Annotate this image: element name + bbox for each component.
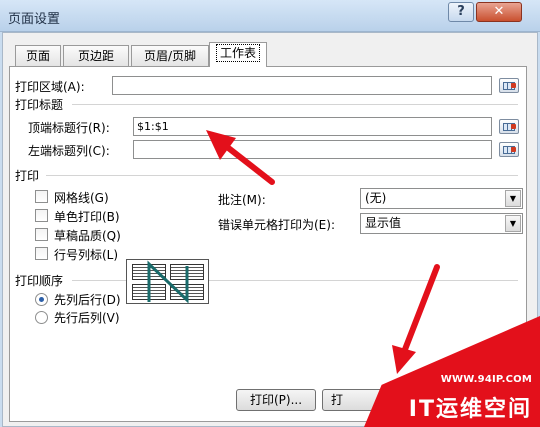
watermark-brand: IT运维空间 [408, 397, 532, 422]
over-then-down-radio[interactable] [35, 311, 48, 324]
title-cols-input[interactable] [133, 140, 492, 159]
chevron-down-icon: ▼ [505, 190, 521, 207]
help-button[interactable]: ? [448, 2, 474, 22]
row-col-headings-label: 行号列标(L) [54, 248, 119, 262]
close-button[interactable]: ✕ [476, 2, 522, 22]
print-titles-heading: 打印标题 [15, 98, 64, 112]
comments-select[interactable]: (无) ▼ [360, 188, 523, 209]
chevron-down-icon: ▼ [505, 215, 521, 232]
tab-page[interactable]: 页面 [15, 45, 61, 66]
page-order-preview-icon [126, 259, 209, 304]
over-then-down-label: 先行后列(V) [54, 311, 120, 325]
window-title: 页面设置 [8, 12, 61, 27]
title-cols-collapse-button[interactable] [499, 142, 519, 157]
tab-margins[interactable]: 页边距 [63, 45, 129, 66]
title-rows-collapse-button[interactable] [499, 119, 519, 134]
title-cols-label: 左端标题列(C): [28, 144, 110, 158]
page-order-heading: 打印顺序 [15, 274, 64, 288]
order-arrow-icon [147, 260, 189, 304]
gridlines-label: 网格线(G) [54, 191, 109, 205]
draft-quality-label: 草稿品质(Q) [54, 229, 121, 243]
row-col-headings-checkbox[interactable] [35, 247, 48, 260]
draft-quality-checkbox[interactable] [35, 228, 48, 241]
comments-label: 批注(M): [218, 193, 266, 207]
title-bar: 页面设置 ? ✕ [0, 0, 540, 32]
watermark-url: WWW.94IP.COM [440, 374, 532, 385]
black-white-label: 单色打印(B) [54, 210, 120, 224]
print-heading: 打印 [15, 169, 40, 183]
print-area-input[interactable] [112, 76, 492, 95]
down-then-over-radio[interactable] [35, 293, 48, 306]
print-button[interactable]: 打印(P)... [236, 389, 316, 411]
down-then-over-label: 先列后行(D) [54, 293, 121, 307]
cell-errors-label: 错误单元格打印为(E): [218, 218, 335, 232]
print-area-collapse-button[interactable] [499, 78, 519, 93]
tab-header-footer[interactable]: 页眉/页脚 [131, 45, 209, 66]
title-rows-input[interactable]: $1:$1 [133, 117, 492, 136]
print-area-label: 打印区域(A): [15, 80, 85, 94]
gridlines-checkbox[interactable] [35, 190, 48, 203]
cell-errors-select[interactable]: 显示值 ▼ [360, 213, 523, 234]
title-rows-label: 顶端标题行(R): [28, 121, 110, 135]
tab-sheet[interactable]: 工作表 [209, 42, 267, 67]
watermark-logo: WWW.94IP.COM IT运维空间 [364, 316, 540, 427]
black-white-checkbox[interactable] [35, 209, 48, 222]
